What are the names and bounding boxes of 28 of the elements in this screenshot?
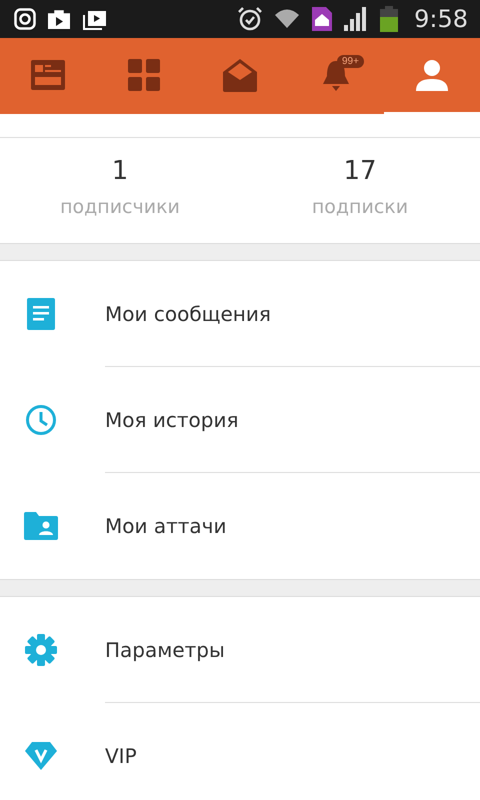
menu-item[interactable]: Моя история [105, 408, 238, 432]
clock-icon [24, 404, 56, 436]
menu-item[interactable]: Параметры [105, 638, 225, 662]
news-icon [31, 60, 65, 90]
menu-item[interactable]: Мои аттачи [105, 514, 226, 538]
envelope-icon [223, 58, 257, 92]
grid-icon [128, 58, 160, 90]
alarm-icon [238, 7, 262, 31]
camera-icon [14, 8, 36, 30]
play-bag-icon [48, 9, 70, 29]
home-icon [312, 7, 332, 31]
notification-badge: 99+ [337, 55, 364, 68]
battery-icon [380, 6, 398, 32]
clock-time: 9:58 [414, 5, 468, 33]
tab[interactable]: 99+ [288, 38, 384, 114]
menu-item[interactable]: VIP [105, 744, 137, 768]
stat-value: 1 [112, 156, 128, 186]
stat-label: подписки [312, 196, 408, 218]
user-icon [416, 59, 448, 91]
diamond-icon [24, 742, 56, 770]
stat-label: подписчики [60, 196, 180, 218]
video-bag-icon [82, 8, 106, 30]
signal-icon [344, 7, 368, 31]
settings-icon [24, 634, 56, 666]
menu-item[interactable]: Мои сообщения [105, 302, 271, 326]
document-icon [26, 298, 54, 330]
folder-icon [24, 512, 58, 540]
stat-value: 17 [343, 156, 377, 186]
